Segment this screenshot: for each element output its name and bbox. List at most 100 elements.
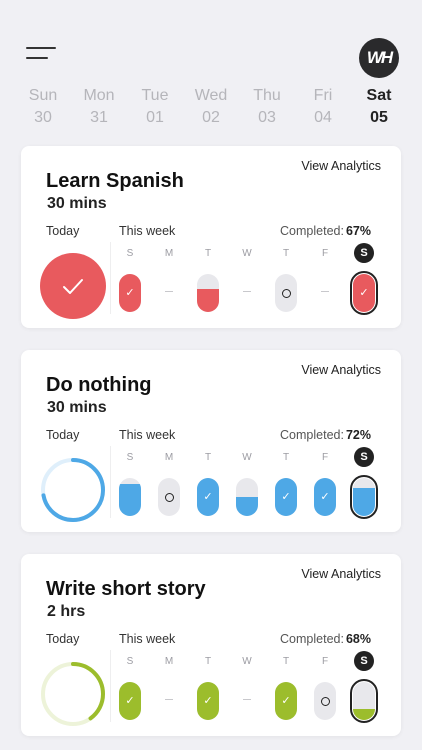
avatar[interactable]: WH bbox=[359, 38, 399, 78]
weekday-letter: M bbox=[164, 452, 174, 463]
circle-icon bbox=[320, 696, 330, 706]
completed-value: 67% bbox=[345, 224, 371, 238]
habit-duration: 30 mins bbox=[47, 195, 107, 212]
day-number: 03 bbox=[258, 109, 276, 126]
day-sun[interactable]: Sun 30 bbox=[15, 85, 71, 129]
check-icon: ✓ bbox=[281, 490, 291, 503]
check-icon: ✓ bbox=[281, 694, 291, 707]
completed-stat: Completed: 72% bbox=[280, 428, 371, 442]
day-progress-pill[interactable] bbox=[119, 478, 141, 516]
today-progress-ring bbox=[41, 662, 105, 726]
weekday-letter: T bbox=[204, 656, 212, 667]
weekday-letter: W bbox=[242, 248, 252, 259]
today-indicator[interactable] bbox=[39, 660, 107, 728]
habit-card[interactable]: View Analytics Write short story 2 hrs T… bbox=[21, 554, 401, 736]
week-tracker: S ✓ M T ✓ W T ✓ F S bbox=[118, 651, 388, 728]
day-progress-pill[interactable] bbox=[350, 475, 378, 519]
week-label: This week bbox=[119, 632, 176, 646]
day-progress-pill[interactable] bbox=[236, 478, 258, 516]
today-progress-ring bbox=[41, 458, 105, 522]
weekday-letter: T bbox=[204, 452, 212, 463]
weekday-letter: T bbox=[282, 248, 290, 259]
day-progress-pill[interactable]: ✓ bbox=[119, 274, 141, 312]
view-analytics-link[interactable]: View Analytics bbox=[301, 159, 381, 173]
day-thu[interactable]: Thu 03 bbox=[239, 85, 295, 129]
divider bbox=[110, 650, 111, 722]
weekday-letter: S bbox=[126, 248, 134, 259]
day-progress-pill[interactable] bbox=[197, 274, 219, 312]
day-progress-pill[interactable]: ✓ bbox=[197, 478, 219, 516]
day-number: 30 bbox=[34, 109, 52, 126]
completed-stat: Completed: 67% bbox=[280, 224, 371, 238]
day-progress-pill[interactable]: ✓ bbox=[119, 682, 141, 720]
habit-card[interactable]: View Analytics Do nothing 30 mins Today … bbox=[21, 350, 401, 532]
check-icon: ✓ bbox=[320, 490, 330, 503]
weekday-letter: F bbox=[321, 452, 329, 463]
no-entry-dash bbox=[243, 291, 251, 292]
pill-fill bbox=[119, 483, 141, 516]
day-progress-pill[interactable]: ✓ bbox=[350, 271, 378, 315]
circle-icon bbox=[281, 288, 291, 298]
day-name: Tue bbox=[141, 87, 169, 104]
day-name: Sat bbox=[366, 87, 392, 104]
day-sat[interactable]: Sat 05 bbox=[351, 85, 407, 129]
weekday-letter: S bbox=[126, 656, 134, 667]
check-icon: ✓ bbox=[203, 694, 213, 707]
day-number: 04 bbox=[314, 109, 332, 126]
today-indicator[interactable] bbox=[39, 252, 107, 320]
day-wed[interactable]: Wed 02 bbox=[183, 85, 239, 129]
weekday-letter: W bbox=[242, 452, 252, 463]
habit-duration: 2 hrs bbox=[47, 603, 86, 620]
hamburger-menu-icon[interactable] bbox=[26, 44, 58, 64]
no-entry-dash bbox=[243, 699, 251, 700]
check-icon: ✓ bbox=[359, 286, 369, 299]
check-icon: ✓ bbox=[125, 286, 135, 299]
pill-fill bbox=[353, 708, 375, 720]
view-analytics-link[interactable]: View Analytics bbox=[301, 567, 381, 581]
no-entry-dash bbox=[321, 291, 329, 292]
today-indicator[interactable] bbox=[39, 456, 107, 524]
weekday-letter: M bbox=[164, 248, 174, 259]
habit-card[interactable]: View Analytics Learn Spanish 30 mins Tod… bbox=[21, 146, 401, 328]
day-progress-pill[interactable] bbox=[350, 679, 378, 723]
week-tracker: S M T ✓ W T ✓ F ✓ S bbox=[118, 447, 388, 524]
day-progress-pill[interactable] bbox=[158, 478, 180, 516]
completed-label: Completed: bbox=[280, 428, 344, 442]
menu-line bbox=[26, 57, 48, 59]
habit-duration: 30 mins bbox=[47, 399, 107, 416]
week-label: This week bbox=[119, 428, 176, 442]
today-label: Today bbox=[46, 224, 80, 238]
no-entry-dash bbox=[165, 699, 173, 700]
day-progress-pill[interactable] bbox=[314, 682, 336, 720]
today-complete-circle bbox=[40, 253, 106, 319]
check-icon: ✓ bbox=[125, 694, 135, 707]
menu-line bbox=[26, 47, 56, 49]
day-name: Thu bbox=[253, 87, 281, 104]
weekday-letter: S bbox=[354, 651, 374, 671]
week-tracker: S ✓ M T W T F S ✓ bbox=[118, 243, 388, 320]
day-progress-pill[interactable]: ✓ bbox=[275, 682, 297, 720]
habit-title: Learn Spanish bbox=[46, 170, 184, 192]
completed-stat: Completed: 68% bbox=[280, 632, 371, 646]
day-name: Fri bbox=[313, 87, 333, 104]
weekday-letter: S bbox=[126, 452, 134, 463]
habit-title: Write short story bbox=[46, 578, 206, 600]
day-number: 31 bbox=[90, 109, 108, 126]
completed-value: 72% bbox=[345, 428, 371, 442]
weekday-letter: F bbox=[321, 248, 329, 259]
day-progress-pill[interactable] bbox=[275, 274, 297, 312]
day-progress-pill[interactable]: ✓ bbox=[275, 478, 297, 516]
day-number: 05 bbox=[370, 109, 388, 126]
day-fri[interactable]: Fri 04 bbox=[295, 85, 351, 129]
day-tue[interactable]: Tue 01 bbox=[127, 85, 183, 129]
day-progress-pill[interactable]: ✓ bbox=[314, 478, 336, 516]
day-mon[interactable]: Mon 31 bbox=[71, 85, 127, 129]
day-number: 01 bbox=[146, 109, 164, 126]
view-analytics-link[interactable]: View Analytics bbox=[301, 363, 381, 377]
weekday-letter: T bbox=[282, 656, 290, 667]
weekday-letter: W bbox=[242, 656, 252, 667]
day-number: 02 bbox=[202, 109, 220, 126]
day-progress-pill[interactable]: ✓ bbox=[197, 682, 219, 720]
weekday-letter: S bbox=[354, 243, 374, 263]
completed-label: Completed: bbox=[280, 224, 344, 238]
